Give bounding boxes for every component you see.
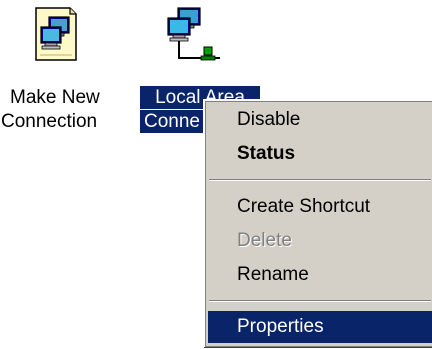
menu-item-create-shortcut[interactable]: Create Shortcut: [208, 191, 432, 223]
network-connection-icon: [162, 6, 222, 68]
make-new-connection-icon-item[interactable]: Make New Connection: [0, 0, 130, 150]
local-area-connection-label-line2: Conne: [140, 110, 204, 133]
menu-separator: [209, 300, 431, 302]
menu-separator: [209, 179, 431, 181]
menu-item-rename[interactable]: Rename: [208, 259, 432, 291]
menu-item-properties[interactable]: Properties: [208, 311, 432, 343]
make-new-connection-label-line2: Connection: [1, 111, 98, 132]
new-connection-wizard-icon: [33, 5, 79, 63]
context-menu: Disable Status Create Shortcut Delete Re…: [203, 99, 432, 347]
menu-item-disable[interactable]: Disable: [208, 104, 432, 136]
menu-item-delete[interactable]: Delete: [208, 225, 432, 257]
make-new-connection-label-line1: Make New: [10, 87, 100, 108]
menu-item-status[interactable]: Status: [208, 138, 432, 170]
